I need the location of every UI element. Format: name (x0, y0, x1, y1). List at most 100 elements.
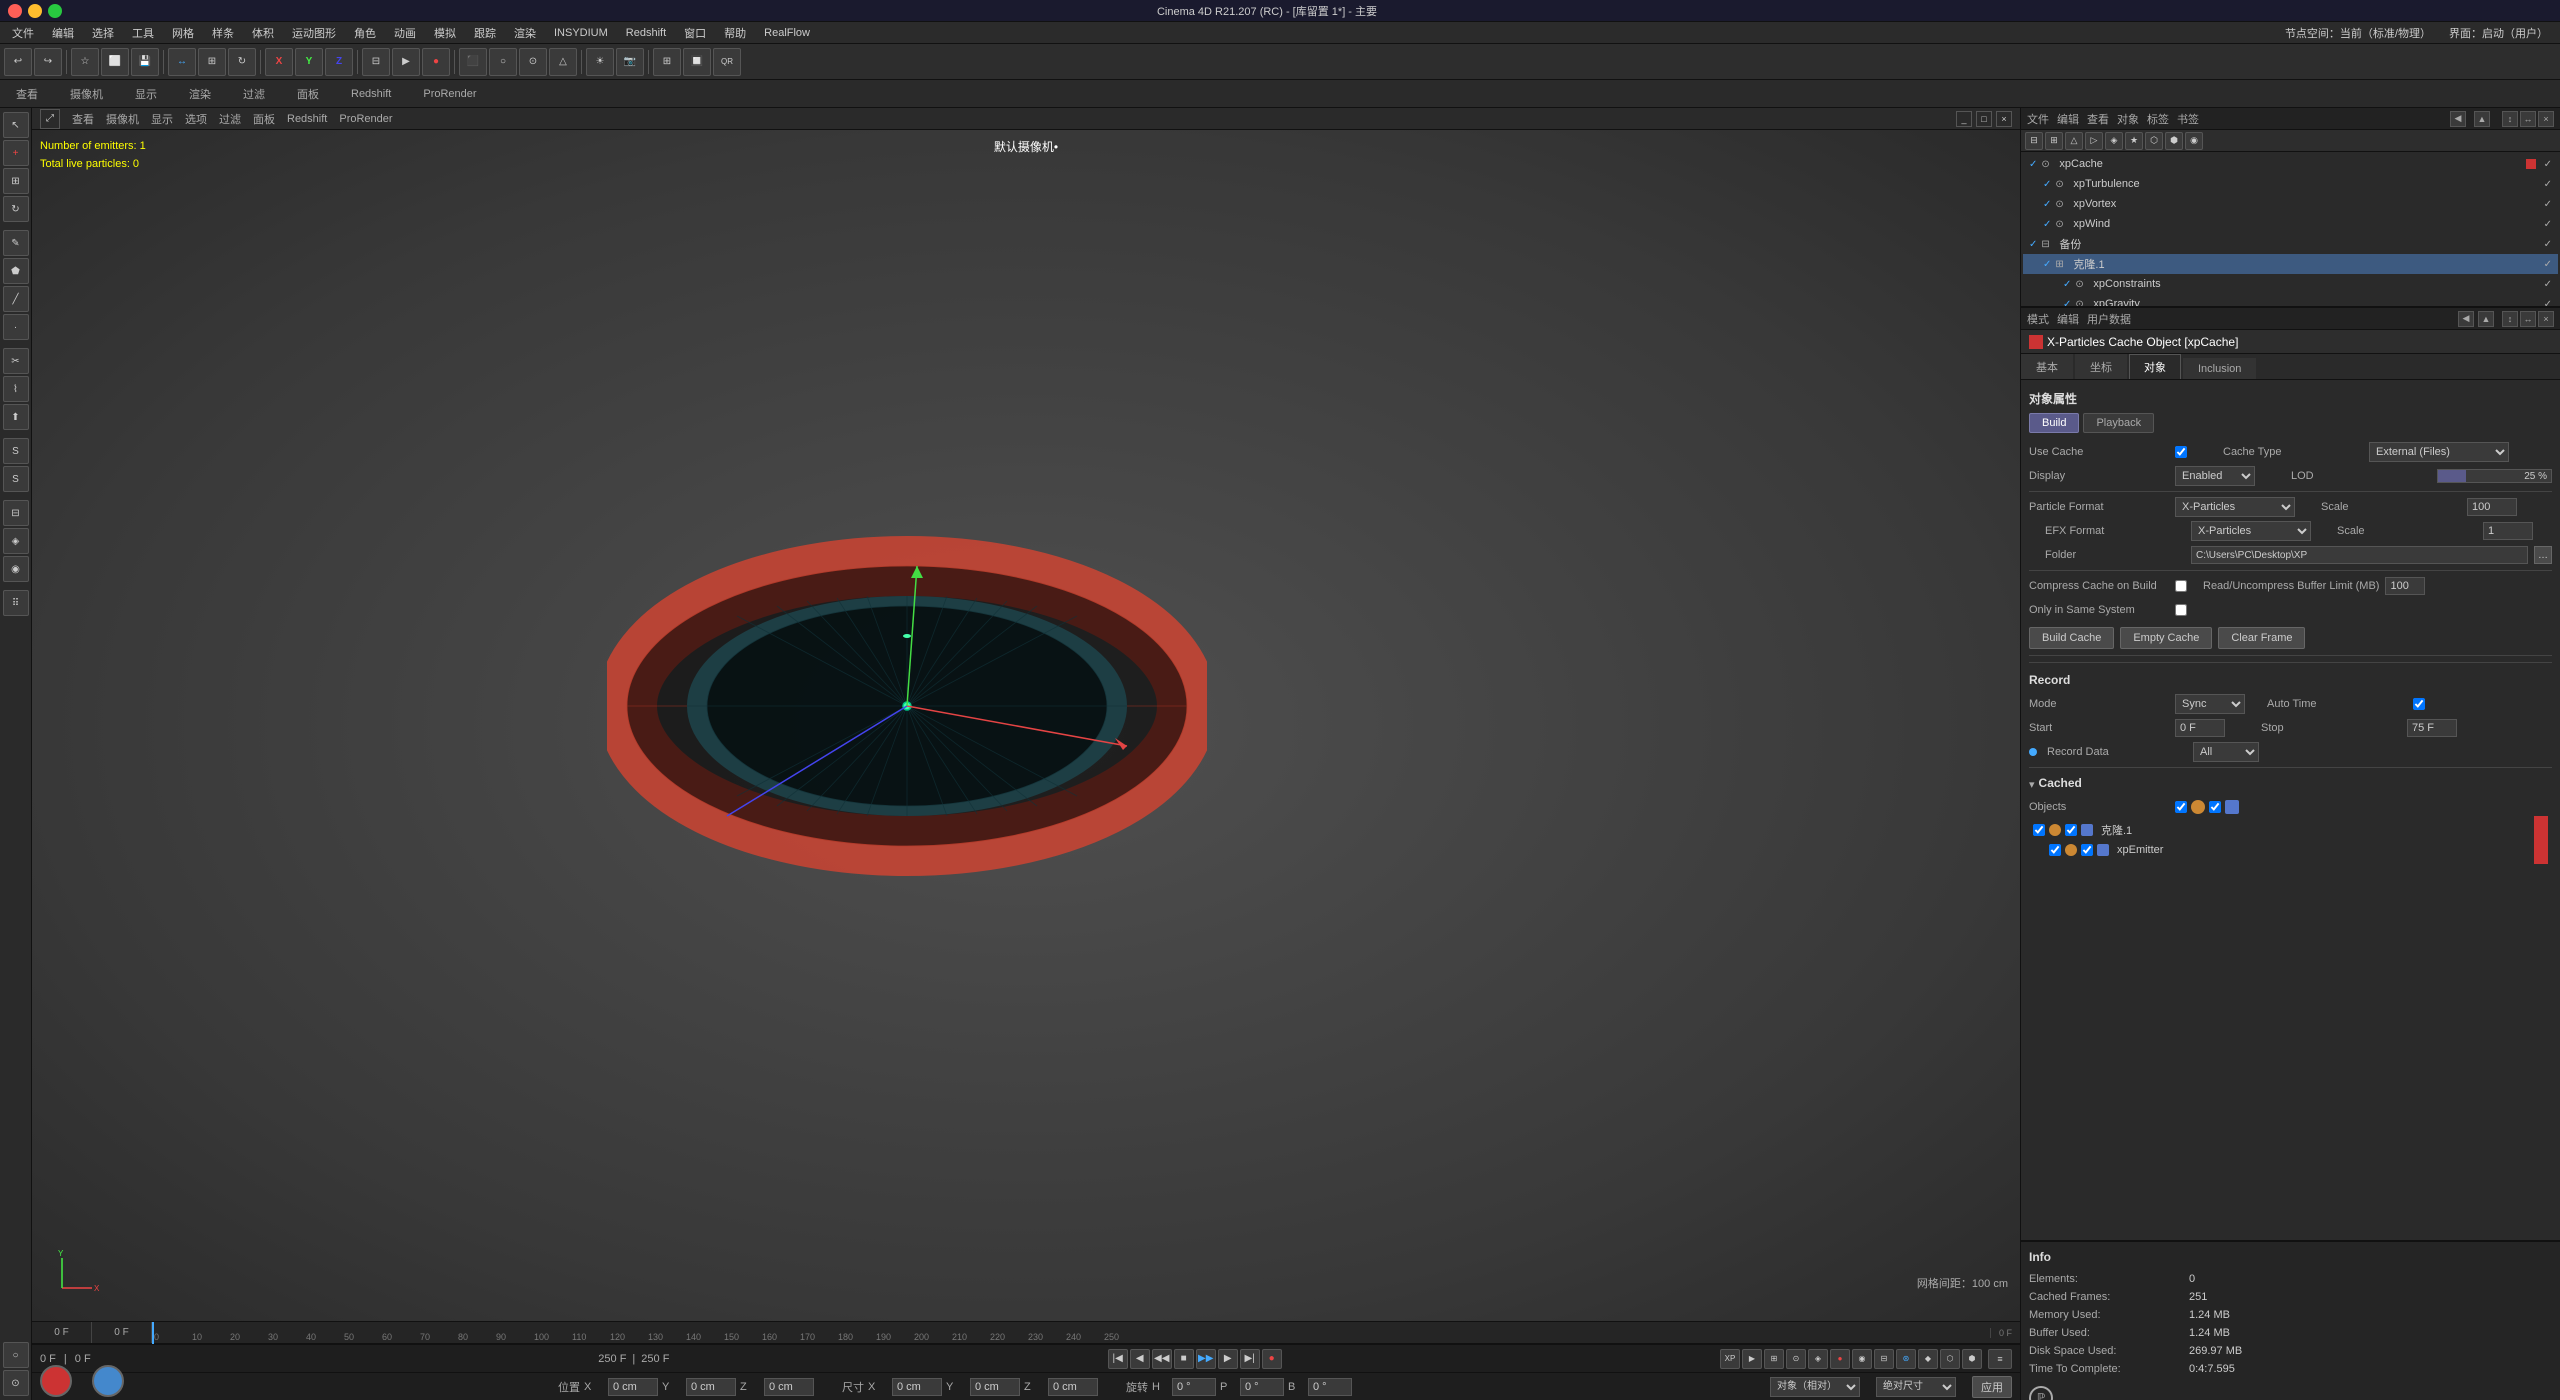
new-button[interactable]: ☆ (71, 48, 99, 76)
menu-gen[interactable]: 渲染 (506, 23, 544, 43)
cached-cb2[interactable] (2209, 801, 2221, 813)
axis-y[interactable]: Y (295, 48, 323, 76)
axis-z[interactable]: Z (325, 48, 353, 76)
props-menu-mode[interactable]: 模式 (2027, 311, 2049, 327)
grid-button[interactable]: ⊞ (653, 48, 681, 76)
pos-y-input[interactable] (686, 1378, 736, 1396)
viewport-canvas[interactable]: Number of emitters: 1 Total live particl… (32, 130, 2020, 1321)
xp-button12[interactable]: ⬢ (1962, 1349, 1982, 1369)
scene-item-clone1[interactable]: ✓ ⊞ 克隆.1 ✓ (2023, 254, 2558, 274)
sculpt-tool[interactable]: ◉ (3, 556, 29, 582)
vp-tab-camera[interactable]: 摄像机 (106, 111, 139, 127)
close-button[interactable] (8, 4, 22, 18)
xp-button11[interactable]: ⬡ (1940, 1349, 1960, 1369)
timeline-extra[interactable]: ≡ (1988, 1349, 2012, 1369)
cone-button[interactable]: △ (549, 48, 577, 76)
play-reverse-button[interactable]: ◀◀ (1152, 1349, 1172, 1369)
bridge-tool[interactable]: ⌇ (3, 376, 29, 402)
menu-body[interactable]: 体积 (244, 23, 282, 43)
magnet-tool[interactable]: ⊙ (3, 1370, 29, 1396)
coord-mode-select[interactable]: 对象（相对） 世界 (1770, 1377, 1860, 1397)
vp-tab-prorender[interactable]: ProRender (339, 113, 392, 125)
prev-frame-button[interactable]: ◀ (1130, 1349, 1150, 1369)
scale2-input[interactable] (2483, 522, 2533, 540)
props-menu-edit[interactable]: 编辑 (2057, 311, 2079, 327)
redo-button[interactable]: ↪ (34, 48, 62, 76)
material-mat1[interactable] (92, 1365, 124, 1397)
s2-tool[interactable]: S (3, 466, 29, 492)
ptab-object[interactable]: 对象 (2129, 354, 2181, 379)
props-nav-up[interactable]: ▲ (2478, 311, 2494, 327)
props-collapse[interactable]: ↔ (2520, 311, 2536, 327)
scene-menu-bookmark[interactable]: 书签 (2177, 111, 2199, 127)
vp-close[interactable]: × (1996, 111, 2012, 127)
size-z-input[interactable] (1048, 1378, 1098, 1396)
scene-close[interactable]: × (2538, 111, 2554, 127)
build-tab-playback[interactable]: Playback (2083, 413, 2154, 433)
scene-item-xpturbulence[interactable]: ✓ ⊙ xpTurbulence ✓ (2023, 174, 2558, 194)
tab-prorender[interactable]: ProRender (415, 86, 484, 102)
scene-tb-4[interactable]: ▷ (2085, 132, 2103, 150)
light-button[interactable]: ☀ (586, 48, 614, 76)
scene-item-xpwind[interactable]: ✓ ⊙ xpWind ✓ (2023, 214, 2558, 234)
rotate-tool[interactable]: ↻ (3, 196, 29, 222)
scene-tb-6[interactable]: ★ (2125, 132, 2143, 150)
vp-tab-view[interactable]: 查看 (72, 111, 94, 127)
timeline-ruler[interactable]: 0 10 20 30 40 50 60 70 80 90 100 110 120… (152, 1322, 1990, 1344)
menu-motion[interactable]: 运动图形 (284, 23, 344, 43)
menu-file[interactable]: 文件 (4, 23, 42, 43)
tab-filter[interactable]: 过滤 (235, 84, 273, 104)
vp-maximize[interactable]: □ (1976, 111, 1992, 127)
tab-render[interactable]: 渲染 (181, 84, 219, 104)
scene-item-xpvortex[interactable]: ✓ ⊙ xpVortex ✓ (2023, 194, 2558, 214)
menu-edit[interactable]: 编辑 (44, 23, 82, 43)
ptab-basic[interactable]: 基本 (2021, 354, 2073, 379)
record-data-select[interactable]: All Position (2193, 742, 2259, 762)
snap-button[interactable]: 🔲 (683, 48, 711, 76)
scene-tb-3[interactable]: △ (2065, 132, 2083, 150)
ptab-coords[interactable]: 坐标 (2075, 354, 2127, 379)
vp-minimize[interactable]: _ (1956, 111, 1972, 127)
cached-clone1-cb2[interactable] (2065, 824, 2077, 836)
read-uncompress-input[interactable] (2385, 577, 2425, 595)
scene-menu-file[interactable]: 文件 (2027, 111, 2049, 127)
extrude-tool[interactable]: ⬆ (3, 404, 29, 430)
scene-nav-left[interactable]: ◀ (2450, 111, 2466, 127)
xp-button6[interactable]: ● (1830, 1349, 1850, 1369)
knife-tool[interactable]: ✂ (3, 348, 29, 374)
tab-camera[interactable]: 摄像机 (62, 84, 111, 104)
cached-clone1-cb[interactable] (2033, 824, 2045, 836)
cylinder-button[interactable]: ⊙ (519, 48, 547, 76)
ptab-inclusion[interactable]: Inclusion (2183, 358, 2256, 379)
rot-b-input[interactable] (1308, 1378, 1352, 1396)
menu-redshift[interactable]: Redshift (618, 25, 674, 41)
folder-path-input[interactable] (2191, 546, 2528, 564)
cache-type-select[interactable]: External (Files) Internal (2369, 442, 2509, 462)
vp-tab-options[interactable]: 选项 (185, 111, 207, 127)
cached-emitter-cb1[interactable] (2049, 844, 2061, 856)
lod-slider[interactable]: 25 % (2437, 469, 2552, 483)
terrain-tool[interactable]: ◈ (3, 528, 29, 554)
vp-tab-panel[interactable]: 面板 (253, 111, 275, 127)
edge-tool[interactable]: ╱ (3, 286, 29, 312)
cached-toggle[interactable]: ▾ (2029, 778, 2035, 791)
scene-tb-9[interactable]: ◉ (2185, 132, 2203, 150)
move-button[interactable]: ↔ (168, 48, 196, 76)
record-button[interactable]: ● (422, 48, 450, 76)
record-toggle[interactable]: ● (1262, 1349, 1282, 1369)
scene-tb-5[interactable]: ◈ (2105, 132, 2123, 150)
tab-display[interactable]: 显示 (127, 84, 165, 104)
only-same-system-checkbox[interactable] (2175, 604, 2187, 616)
menu-help[interactable]: 帮助 (716, 23, 754, 43)
menu-character[interactable]: 角色 (346, 23, 384, 43)
scene-menu-object[interactable]: 对象 (2117, 111, 2139, 127)
floor-tool[interactable]: ⊟ (3, 500, 29, 526)
apply-button[interactable]: 应用 (1972, 1376, 2012, 1398)
sphere-button[interactable]: ○ (489, 48, 517, 76)
props-expand[interactable]: ↕ (2502, 311, 2518, 327)
viewport-expand[interactable]: ⤢ (40, 109, 60, 129)
xp-button2[interactable]: ▶ (1742, 1349, 1762, 1369)
pos-x-input[interactable] (608, 1378, 658, 1396)
scene-tb-8[interactable]: ⬢ (2165, 132, 2183, 150)
build-cache-button[interactable]: Build Cache (2029, 627, 2114, 649)
